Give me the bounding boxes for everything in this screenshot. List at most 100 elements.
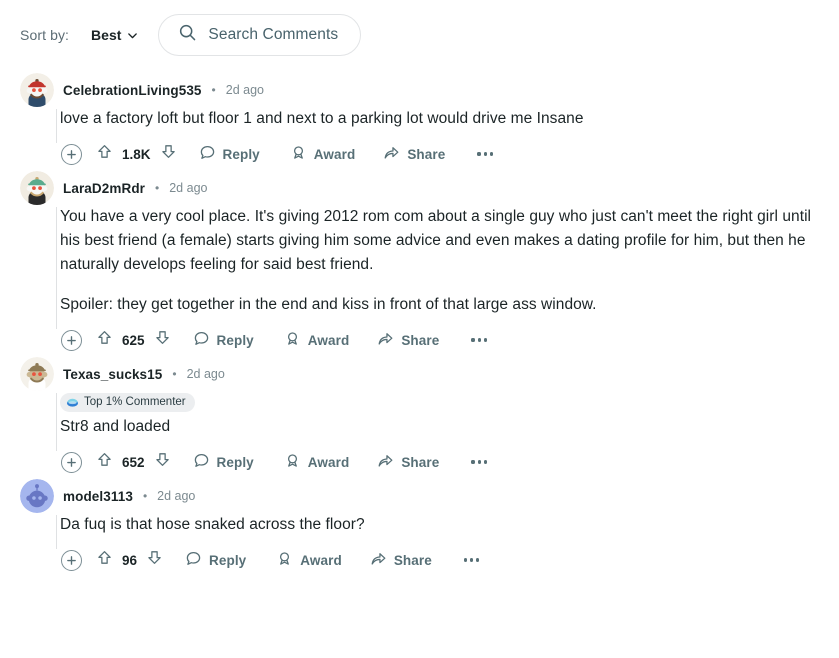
- sort-by-label: Sort by:: [20, 27, 70, 43]
- comment-author[interactable]: Texas_sucks15: [63, 367, 162, 382]
- comment-thread: LaraD2mRdr • 2d ago You have a very cool pl…: [0, 171, 839, 357]
- share-button[interactable]: Share: [377, 452, 439, 472]
- comment-action-bar: 625 Reply Award Share: [60, 323, 839, 357]
- comment-author[interactable]: model3113: [63, 489, 133, 504]
- thread-line: [56, 109, 57, 143]
- chevron-down-icon: [127, 30, 138, 41]
- comment-header: CelebrationLiving535 • 2d ago: [20, 73, 839, 107]
- award-button[interactable]: Award: [284, 330, 350, 350]
- award-label: Award: [307, 454, 350, 470]
- status-badge[interactable]: Top 1% Commenter: [60, 393, 195, 412]
- reply-button[interactable]: Reply: [199, 144, 260, 164]
- award-button[interactable]: Award: [276, 550, 342, 570]
- comment-list: CelebrationLiving535 • 2d ago love a factor…: [0, 66, 839, 577]
- comment-thread: CelebrationLiving535 • 2d ago love a factor…: [0, 73, 839, 171]
- comment-bubble-icon: [193, 452, 210, 472]
- share-button[interactable]: Share: [377, 330, 439, 350]
- upvote-button[interactable]: [96, 451, 113, 473]
- comment-body: love a factory loft but floor 1 and next…: [20, 107, 839, 171]
- upvote-button[interactable]: [96, 329, 113, 351]
- meta-separator: •: [172, 367, 177, 381]
- thread-line: [56, 207, 57, 329]
- share-arrow-icon: [377, 452, 394, 472]
- comment-action-bar: 652 Reply Award Share: [60, 445, 839, 479]
- share-arrow-icon: [370, 550, 387, 570]
- comment-timestamp: 2d ago: [157, 489, 196, 503]
- vote-count: 625: [122, 332, 145, 348]
- award-label: Award: [307, 332, 350, 348]
- comment-thread: Texas_sucks15 • 2d ago Top 1% Commenter Str8…: [0, 357, 839, 479]
- reply-button[interactable]: Reply: [193, 452, 254, 472]
- comment-body: Da fuq is that hose snaked across the fl…: [20, 513, 839, 577]
- search-comments-placeholder: Search Comments: [208, 26, 339, 43]
- share-label: Share: [393, 552, 432, 568]
- downvote-button[interactable]: [154, 329, 171, 351]
- vote-group: 96: [96, 549, 163, 571]
- vote-count: 652: [122, 454, 145, 470]
- downvote-button[interactable]: [146, 549, 163, 571]
- search-icon: [178, 23, 197, 47]
- comment-body: Top 1% Commenter Str8 and loaded 652 Reply A…: [20, 391, 839, 479]
- award-label: Award: [313, 146, 356, 162]
- award-button[interactable]: Award: [290, 144, 356, 164]
- thread-line: [56, 393, 57, 451]
- more-options-button[interactable]: [467, 454, 491, 469]
- vote-count: 96: [122, 552, 138, 568]
- sort-dropdown[interactable]: Best: [83, 23, 144, 47]
- reply-button[interactable]: Reply: [185, 550, 246, 570]
- reply-label: Reply: [222, 146, 260, 162]
- share-button[interactable]: Share: [383, 144, 445, 164]
- award-label: Award: [300, 552, 342, 568]
- meta-separator: •: [211, 83, 216, 97]
- reply-label: Reply: [216, 454, 254, 470]
- comment-timestamp: 2d ago: [186, 367, 225, 381]
- avatar-celebrationliving535[interactable]: [20, 73, 54, 107]
- share-arrow-icon: [377, 330, 394, 350]
- avatar-model3113[interactable]: [20, 479, 54, 513]
- share-arrow-icon: [383, 144, 400, 164]
- comment-author[interactable]: CelebrationLiving535: [63, 83, 202, 98]
- comment-author[interactable]: LaraD2mRdr: [63, 181, 145, 196]
- search-comments-field[interactable]: Search Comments: [158, 14, 362, 56]
- collapse-thread-button[interactable]: [61, 329, 82, 351]
- share-button[interactable]: Share: [370, 550, 432, 570]
- share-label: Share: [401, 332, 440, 348]
- more-options-button[interactable]: [467, 332, 491, 347]
- upvote-button[interactable]: [96, 143, 113, 165]
- award-medal-icon: [284, 330, 301, 350]
- comment-header: LaraD2mRdr • 2d ago: [20, 171, 839, 205]
- comment-action-bar: 96 Reply Award Share: [60, 543, 839, 577]
- comment-body-paragraph: Str8 and loaded: [60, 418, 171, 435]
- status-badge-label: Top 1% Commenter: [84, 396, 186, 408]
- meta-separator: •: [155, 181, 160, 195]
- more-options-button[interactable]: [460, 552, 484, 567]
- comment-body: You have a very cool place. It's giving …: [20, 205, 839, 357]
- collapse-thread-button[interactable]: [61, 451, 82, 473]
- top-commenter-icon: [66, 396, 79, 409]
- collapse-thread-button[interactable]: [61, 143, 82, 165]
- vote-group: 1.8K: [96, 143, 177, 165]
- comment-header: Texas_sucks15 • 2d ago: [20, 357, 839, 391]
- avatar-texas-sucks15[interactable]: [20, 357, 54, 391]
- comment-action-bar: 1.8K Reply Award Share: [60, 137, 839, 171]
- comments-toolbar: Sort by: Best Search Comments: [0, 0, 839, 66]
- downvote-button[interactable]: [154, 451, 171, 473]
- share-label: Share: [407, 146, 446, 162]
- more-options-button[interactable]: [473, 146, 497, 161]
- vote-group: 625: [96, 329, 171, 351]
- upvote-button[interactable]: [96, 549, 113, 571]
- share-label: Share: [401, 454, 440, 470]
- downvote-button[interactable]: [160, 143, 177, 165]
- reply-label: Reply: [216, 332, 254, 348]
- award-medal-icon: [276, 550, 293, 570]
- avatar-larad2mrdr[interactable]: [20, 171, 54, 205]
- comment-body-paragraph: love a factory loft but floor 1 and next…: [60, 110, 584, 127]
- reply-button[interactable]: Reply: [193, 330, 254, 350]
- award-button[interactable]: Award: [284, 452, 350, 472]
- comment-timestamp: 2d ago: [169, 181, 208, 195]
- collapse-thread-button[interactable]: [61, 549, 82, 571]
- comment-header: model3113 • 2d ago: [20, 479, 839, 513]
- comment-body-paragraph: You have a very cool place. It's giving …: [60, 208, 812, 273]
- vote-count: 1.8K: [122, 146, 151, 162]
- comment-body-paragraph: Da fuq is that hose snaked across the fl…: [60, 516, 365, 533]
